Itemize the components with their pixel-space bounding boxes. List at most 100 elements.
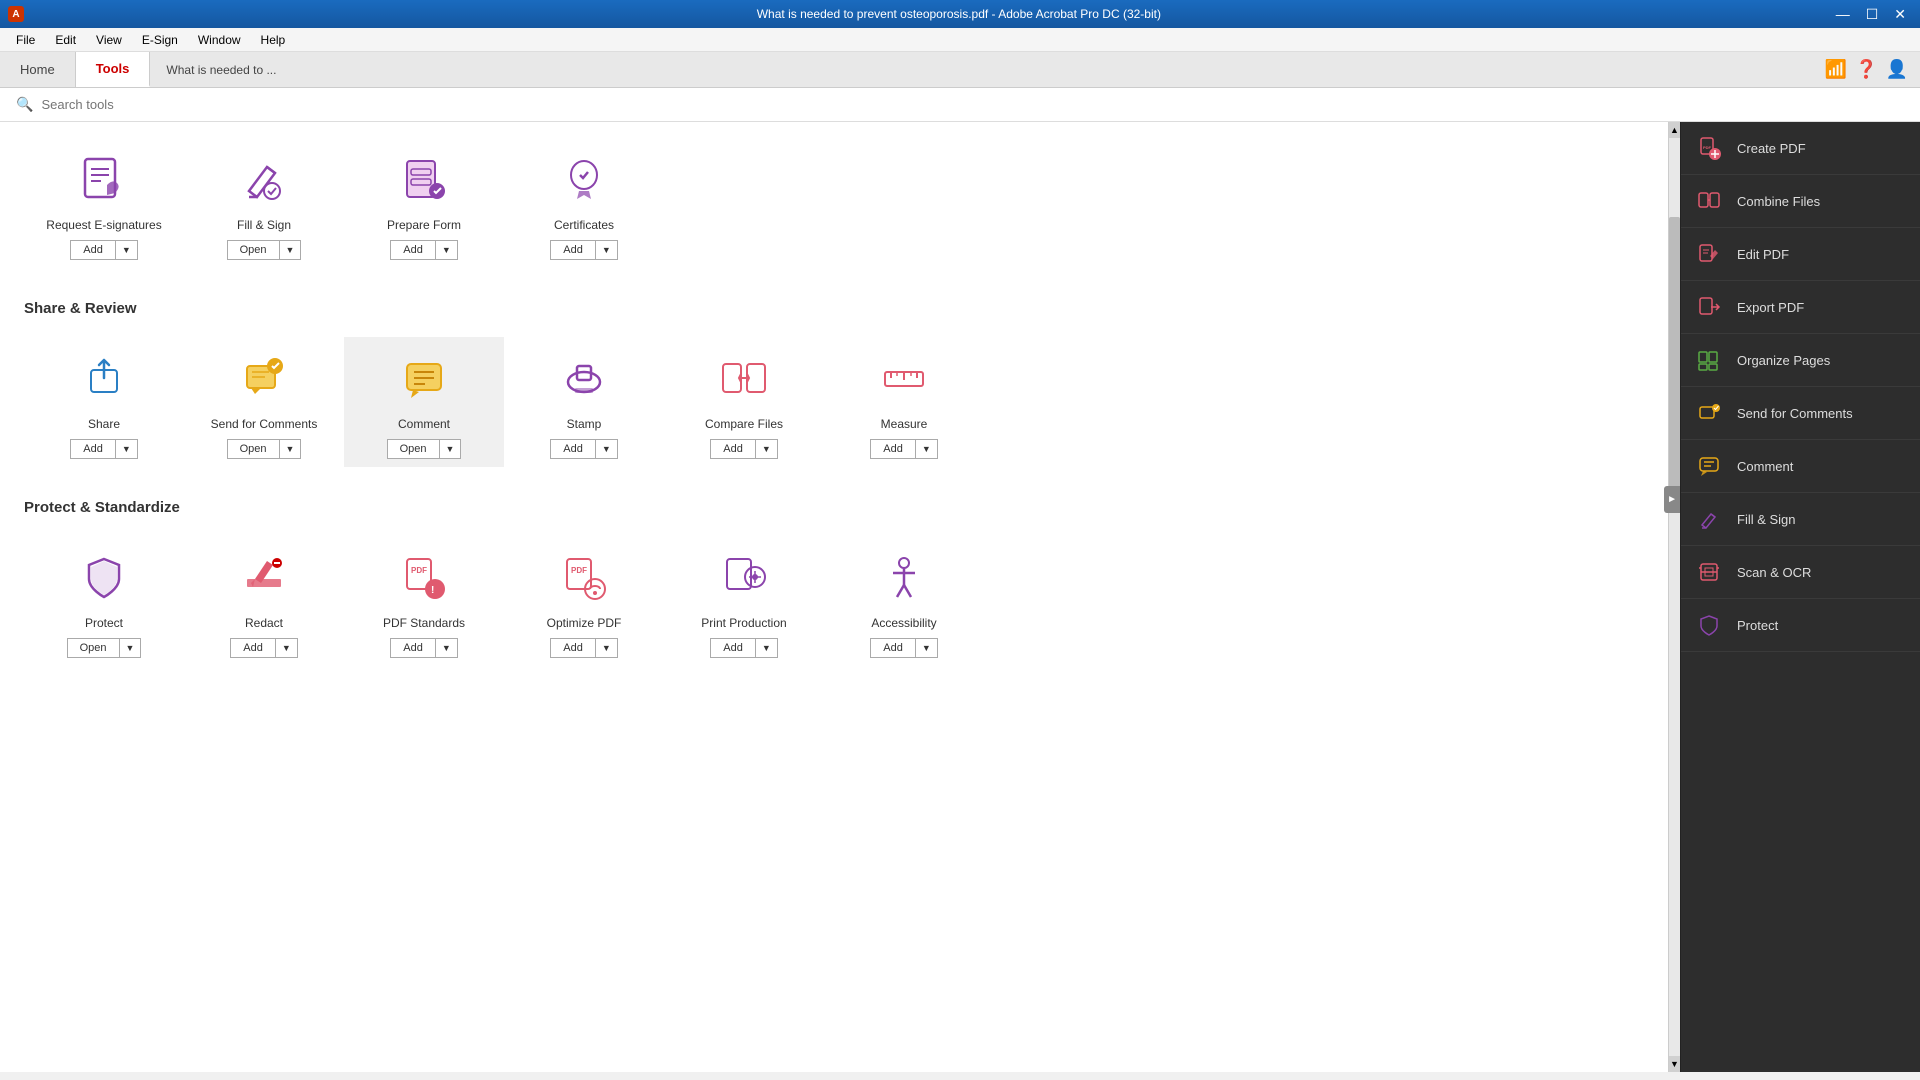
minimize-button[interactable]: — (1830, 4, 1856, 25)
add-button-request-esignatures[interactable]: Add (70, 240, 115, 260)
dropdown-button-certificates[interactable]: ▼ (595, 240, 618, 260)
account-icon[interactable]: 👤 (1886, 59, 1908, 80)
dropdown-button-protect[interactable]: ▼ (119, 638, 142, 658)
menu-help[interactable]: Help (253, 31, 294, 49)
help-icon[interactable]: ❓ (1855, 59, 1877, 80)
dropdown-button-accessibility[interactable]: ▼ (915, 638, 938, 658)
send-comments-right-icon (1697, 401, 1725, 425)
menu-esign[interactable]: E-Sign (134, 31, 186, 49)
tool-name-protect: Protect (85, 616, 123, 630)
tool-protect[interactable]: Protect Open ▼ (24, 536, 184, 666)
dropdown-button-request-esignatures[interactable]: ▼ (115, 240, 138, 260)
tool-btn-stamp[interactable]: Add ▼ (550, 439, 618, 459)
right-panel-collapse-button[interactable]: ► (1664, 486, 1680, 513)
add-button-share[interactable]: Add (70, 439, 115, 459)
tool-btn-pdf-standards[interactable]: Add ▼ (390, 638, 458, 658)
tool-btn-print-production[interactable]: Add ▼ (710, 638, 778, 658)
tool-btn-optimize-pdf[interactable]: Add ▼ (550, 638, 618, 658)
menu-file[interactable]: File (8, 31, 43, 49)
dropdown-button-redact[interactable]: ▼ (275, 638, 298, 658)
dropdown-button-print-production[interactable]: ▼ (755, 638, 778, 658)
tool-btn-comment[interactable]: Open ▼ (387, 439, 462, 459)
tool-share[interactable]: Share Add ▼ (24, 337, 184, 467)
tool-accessibility[interactable]: Accessibility Add ▼ (824, 536, 984, 666)
tool-btn-accessibility[interactable]: Add ▼ (870, 638, 938, 658)
tool-btn-fill-sign[interactable]: Open ▼ (227, 240, 302, 260)
tool-fill-sign[interactable]: Fill & Sign Open ▼ (184, 138, 344, 268)
tool-comment[interactable]: Comment Open ▼ (344, 337, 504, 467)
right-panel-send-comments[interactable]: Send for Comments (1681, 387, 1920, 440)
tab-tools[interactable]: Tools (76, 52, 151, 87)
scroll-up-button[interactable]: ▲ (1669, 122, 1680, 138)
right-panel-scan-ocr[interactable]: Scan & OCR (1681, 546, 1920, 599)
tool-compare-files[interactable]: Compare Files Add ▼ (664, 337, 824, 467)
dropdown-button-prepare-form[interactable]: ▼ (435, 240, 458, 260)
add-button-pdf-standards[interactable]: Add (390, 638, 435, 658)
right-panel-create-pdf[interactable]: PDF Create PDF (1681, 122, 1920, 175)
tool-prepare-form[interactable]: Prepare Form Add ▼ (344, 138, 504, 268)
tool-btn-send-comments[interactable]: Open ▼ (227, 439, 302, 459)
right-panel-combine-files[interactable]: Combine Files (1681, 175, 1920, 228)
dropdown-button-send-comments[interactable]: ▼ (279, 439, 302, 459)
search-icon: 🔍 (16, 96, 33, 113)
connected-icon[interactable]: 📶 (1825, 59, 1847, 80)
menu-edit[interactable]: Edit (47, 31, 84, 49)
tab-document[interactable]: What is needed to ... (150, 52, 292, 87)
dropdown-button-optimize-pdf[interactable]: ▼ (595, 638, 618, 658)
tool-btn-measure[interactable]: Add ▼ (870, 439, 938, 459)
dropdown-button-pdf-standards[interactable]: ▼ (435, 638, 458, 658)
protect-standardize-section: Protect & Standardize Protect Open ▼ (24, 499, 1644, 666)
dropdown-button-comment[interactable]: ▼ (439, 439, 462, 459)
tool-pdf-standards[interactable]: PDF ! PDF Standards Add ▼ (344, 536, 504, 666)
tool-btn-request-esignatures[interactable]: Add ▼ (70, 240, 138, 260)
right-panel-comment[interactable]: Comment (1681, 440, 1920, 493)
dropdown-button-stamp[interactable]: ▼ (595, 439, 618, 459)
menu-window[interactable]: Window (190, 31, 249, 49)
maximize-button[interactable]: ☐ (1860, 4, 1885, 25)
add-button-redact[interactable]: Add (230, 638, 275, 658)
tool-stamp[interactable]: Stamp Add ▼ (504, 337, 664, 467)
add-button-optimize-pdf[interactable]: Add (550, 638, 595, 658)
add-button-measure[interactable]: Add (870, 439, 915, 459)
add-button-print-production[interactable]: Add (710, 638, 755, 658)
menu-view[interactable]: View (88, 31, 130, 49)
tool-btn-protect[interactable]: Open ▼ (67, 638, 142, 658)
tool-certificates[interactable]: Certificates Add ▼ (504, 138, 664, 268)
right-panel-organize-pages[interactable]: Organize Pages (1681, 334, 1920, 387)
tool-measure[interactable]: Measure Add ▼ (824, 337, 984, 467)
right-panel-export-pdf[interactable]: Export PDF (1681, 281, 1920, 334)
right-panel-edit-pdf[interactable]: Edit PDF (1681, 228, 1920, 281)
tool-optimize-pdf[interactable]: PDF Optimize PDF Add ▼ (504, 536, 664, 666)
search-input[interactable] (41, 97, 341, 112)
add-button-stamp[interactable]: Add (550, 439, 595, 459)
tool-send-comments[interactable]: Send for Comments Open ▼ (184, 337, 344, 467)
tool-btn-redact[interactable]: Add ▼ (230, 638, 298, 658)
right-panel-label-organize-pages: Organize Pages (1737, 353, 1830, 368)
close-button[interactable]: ✕ (1888, 4, 1912, 25)
scrollbar[interactable]: ▲ ▼ (1668, 122, 1680, 1072)
add-button-compare-files[interactable]: Add (710, 439, 755, 459)
dropdown-button-share[interactable]: ▼ (115, 439, 138, 459)
scroll-down-button[interactable]: ▼ (1669, 1056, 1680, 1072)
dropdown-button-fill-sign[interactable]: ▼ (279, 240, 302, 260)
tool-btn-prepare-form[interactable]: Add ▼ (390, 240, 458, 260)
open-button-fill-sign[interactable]: Open (227, 240, 279, 260)
tool-print-production[interactable]: Print Production Add ▼ (664, 536, 824, 666)
tool-btn-compare-files[interactable]: Add ▼ (710, 439, 778, 459)
tool-request-esignatures[interactable]: Request E-signatures Add ▼ (24, 138, 184, 268)
add-button-certificates[interactable]: Add (550, 240, 595, 260)
open-button-send-comments[interactable]: Open (227, 439, 279, 459)
tool-btn-certificates[interactable]: Add ▼ (550, 240, 618, 260)
add-button-prepare-form[interactable]: Add (390, 240, 435, 260)
dropdown-button-measure[interactable]: ▼ (915, 439, 938, 459)
tab-home[interactable]: Home (0, 52, 76, 87)
right-panel-fill-sign[interactable]: Fill & Sign (1681, 493, 1920, 546)
right-panel-protect[interactable]: Protect (1681, 599, 1920, 652)
open-button-comment[interactable]: Open (387, 439, 439, 459)
open-button-protect[interactable]: Open (67, 638, 119, 658)
tool-btn-share[interactable]: Add ▼ (70, 439, 138, 459)
dropdown-button-compare-files[interactable]: ▼ (755, 439, 778, 459)
add-button-accessibility[interactable]: Add (870, 638, 915, 658)
tool-redact[interactable]: Redact Add ▼ (184, 536, 344, 666)
window-controls[interactable]: — ☐ ✕ (1830, 4, 1912, 25)
